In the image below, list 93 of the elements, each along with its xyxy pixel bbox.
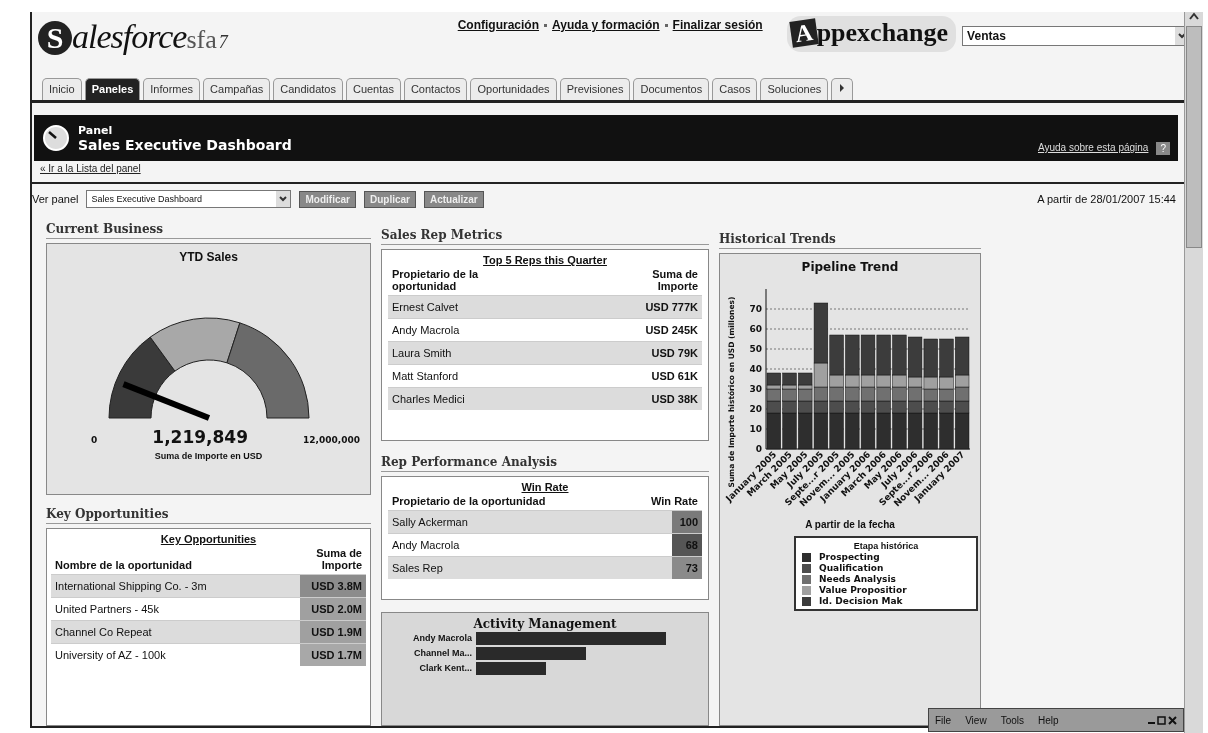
section-heading: Sales Rep Metrics [381, 228, 709, 245]
rate-cell: 68 [672, 534, 702, 557]
amount-cell: USD 1.7M [300, 644, 366, 667]
nav-tab[interactable]: Casos [712, 78, 758, 100]
amount-cell: USD 3.8M [300, 575, 366, 598]
table-cell-text: Sales Rep [391, 561, 444, 577]
table-cell-text: Andy Macrola [391, 538, 461, 554]
section-heading: Rep Performance Analysis [381, 455, 709, 473]
menu-item[interactable]: Help [1038, 714, 1059, 726]
nav-tab[interactable]: Paneles [84, 78, 141, 100]
nav-tab[interactable]: Documentos [633, 78, 710, 100]
column-header: Propietario de la oportunidad [392, 268, 480, 292]
legend-label: Prospecting [819, 552, 880, 562]
bar-label: Channel Ma... [413, 648, 472, 659]
table-cell-text: USD 79K [650, 346, 699, 361]
table-cell-text: Ernest Calvet [391, 300, 460, 315]
nav-tab[interactable]: Campañas [203, 78, 271, 100]
menu-item[interactable]: View [965, 714, 987, 726]
nav-tab[interactable]: Oportunidades [470, 78, 557, 100]
table-cell-text: USD 38K [650, 392, 699, 407]
table-cell-text: USD 61K [650, 369, 699, 384]
legend-label: Value Propositior [819, 585, 907, 595]
y-tick-label: 30 [749, 384, 762, 394]
gauge-max-label: 12,000,000 [303, 435, 360, 445]
section-heading: Historical Trends [719, 232, 981, 249]
table-cell-text: USD 245K [644, 323, 699, 338]
table-cell-text: USD 777K [644, 300, 699, 315]
toolbar-label: Ver panel [32, 193, 79, 205]
table-cell-text: Andy Macrola [391, 323, 461, 338]
section-heading: Key Opportunities [46, 507, 371, 525]
y-tick-label: 20 [749, 404, 762, 414]
page-title: Sales Executive Dashboard [78, 136, 293, 153]
table-cell-text: Sally Ackerman [391, 515, 469, 531]
table-cell-text: Matt Stanford [391, 369, 460, 384]
x-axis-title: A partir de la fecha [805, 519, 895, 530]
column-header: Propietario de la oportunidad [392, 495, 546, 508]
nav-tab[interactable]: Soluciones [760, 78, 829, 100]
y-tick-label: 60 [749, 324, 762, 334]
table-cell-text: United Partners - 45k [54, 602, 160, 618]
header-link[interactable]: Ayuda y formación [552, 18, 660, 32]
gauge-title: YTD Sales [179, 250, 238, 264]
y-tick-label: 0 [755, 444, 762, 454]
nav-tab[interactable]: Inicio [42, 78, 82, 100]
legend-label: Qualification [819, 563, 884, 573]
nav-tab[interactable]: Contactos [403, 78, 468, 100]
help-badge[interactable]: ? [1156, 142, 1170, 155]
bar-label: Clark Kent... [418, 663, 472, 674]
menu-item[interactable]: Tools [1000, 714, 1024, 726]
y-tick-label: 10 [749, 424, 762, 434]
y-tick-label: 70 [749, 304, 762, 314]
nav-tab[interactable]: Candidatos [273, 78, 343, 100]
column-header: Suma de Importe [315, 547, 362, 572]
column-header: Nombre de la oportunidad [55, 559, 192, 572]
header-link[interactable]: Configuración [457, 18, 540, 32]
gauge-value: 1,219,849 [152, 427, 248, 447]
banner-kicker: Panel [78, 123, 114, 137]
table-cell-text: Laura Smith [391, 346, 453, 361]
table-cell-text: International Shipping Co. - 3m [54, 579, 208, 595]
column-header: Suma de Importe [651, 268, 698, 292]
rate-cell: 100 [672, 511, 702, 534]
rate-cell: 73 [672, 557, 702, 580]
chart-title: Activity Management [473, 616, 617, 631]
amount-cell: USD 1.9M [300, 621, 366, 644]
table-title[interactable]: Win Rate [521, 481, 569, 494]
appexchange-logo: A ppexchange [786, 16, 957, 52]
y-tick-label: 40 [749, 364, 762, 374]
timestamp: A partir de 28/01/2007 15:44 [1037, 193, 1176, 205]
column-header: Win Rate [651, 495, 698, 508]
nav-tab[interactable]: Previsiones [559, 78, 631, 100]
salesforce-logo: S alesforcesfa7 [38, 18, 228, 56]
table-cell-text: University of AZ - 100k [54, 648, 167, 664]
nav-tab[interactable]: Cuentas [345, 78, 401, 100]
dashboard-select[interactable]: Sales Executive Dashboard [86, 190, 292, 208]
gauge-caption: Suma de Importe en USD [154, 451, 263, 461]
help-link[interactable]: Ayuda sobre esta página [1037, 142, 1149, 153]
y-tick-label: 50 [749, 344, 762, 354]
table-title[interactable]: Key Opportunities [160, 533, 257, 546]
back-link[interactable]: « Ir a la Lista del panel [40, 163, 141, 174]
gauge-min-label: 0 [91, 435, 98, 445]
menu-item[interactable]: File [935, 714, 952, 726]
legend-label: Needs Analysis [819, 574, 896, 584]
table-title[interactable]: Top 5 Reps this Quarter [483, 254, 607, 266]
header-link[interactable]: Finalizar sesión [672, 18, 763, 32]
legend-title: Etapa histórica [853, 541, 919, 551]
chart-title: Pipeline Trend [801, 260, 899, 274]
nav-tab[interactable]: Informes [143, 78, 201, 100]
amount-cell: USD 2.0M [300, 598, 366, 621]
legend-label: Id. Decision Mak [819, 596, 903, 606]
table-cell-text: Charles Medici [391, 392, 466, 407]
bar-label: Andy Macrola [412, 633, 472, 644]
table-cell-text: Channel Co Repeat [54, 625, 153, 641]
app-select[interactable]: Ventas [962, 26, 1184, 46]
section-heading: Current Business [46, 222, 371, 239]
